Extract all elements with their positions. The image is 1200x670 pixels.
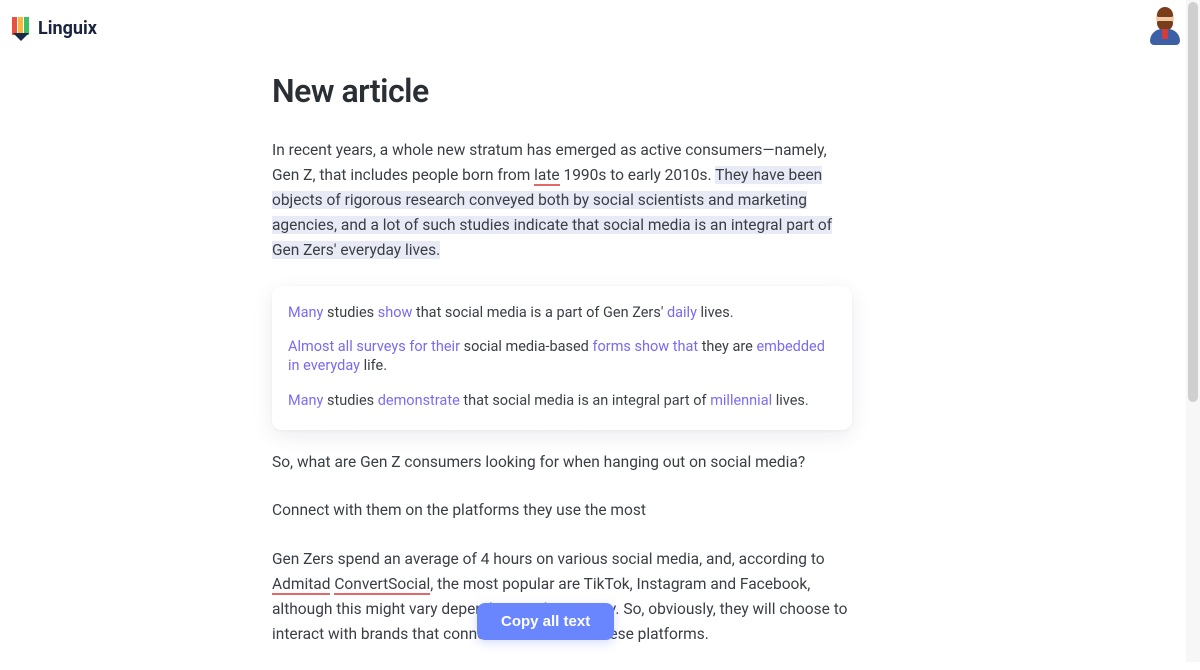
brand-logo[interactable]: Linguix	[10, 15, 97, 41]
card-fade-overlay	[272, 402, 852, 430]
suggestion-option-1[interactable]: Many studies show that social media is a…	[288, 304, 836, 323]
scroll-thumb[interactable]	[1188, 2, 1198, 402]
article-editor[interactable]: New article In recent years, a whole new…	[272, 72, 852, 670]
user-avatar[interactable]	[1148, 9, 1182, 47]
page-scrollbar[interactable]	[1186, 0, 1200, 662]
grammar-flag-convertsocial[interactable]: ConvertSocial	[334, 575, 430, 595]
copy-all-text-button[interactable]: Copy all text	[477, 603, 614, 640]
brand-name: Linguix	[38, 18, 97, 39]
avatar-head-icon	[1156, 9, 1174, 27]
suggestion-option-2[interactable]: Almost all surveys for their social medi…	[288, 338, 836, 376]
paraphrase-suggestions-card: Many studies show that social media is a…	[272, 286, 852, 430]
section-subhead[interactable]: Connect with them on the platforms they …	[272, 498, 852, 523]
intro-paragraph[interactable]: In recent years, a whole new stratum has…	[272, 138, 852, 264]
avatar-body-icon	[1150, 29, 1180, 45]
grammar-flag-admitad[interactable]: Admitad	[272, 575, 330, 595]
article-title: New article	[272, 72, 852, 110]
linguix-icon	[10, 15, 32, 41]
app-header: Linguix	[0, 0, 1200, 48]
grammar-flag-late[interactable]: late	[534, 166, 560, 186]
intro-text-mid: 1990s to early 2010s.	[560, 166, 715, 184]
question-paragraph[interactable]: So, what are Gen Z consumers looking for…	[272, 450, 852, 475]
para2-pre: Gen Zers spend an average of 4 hours on …	[272, 550, 825, 568]
